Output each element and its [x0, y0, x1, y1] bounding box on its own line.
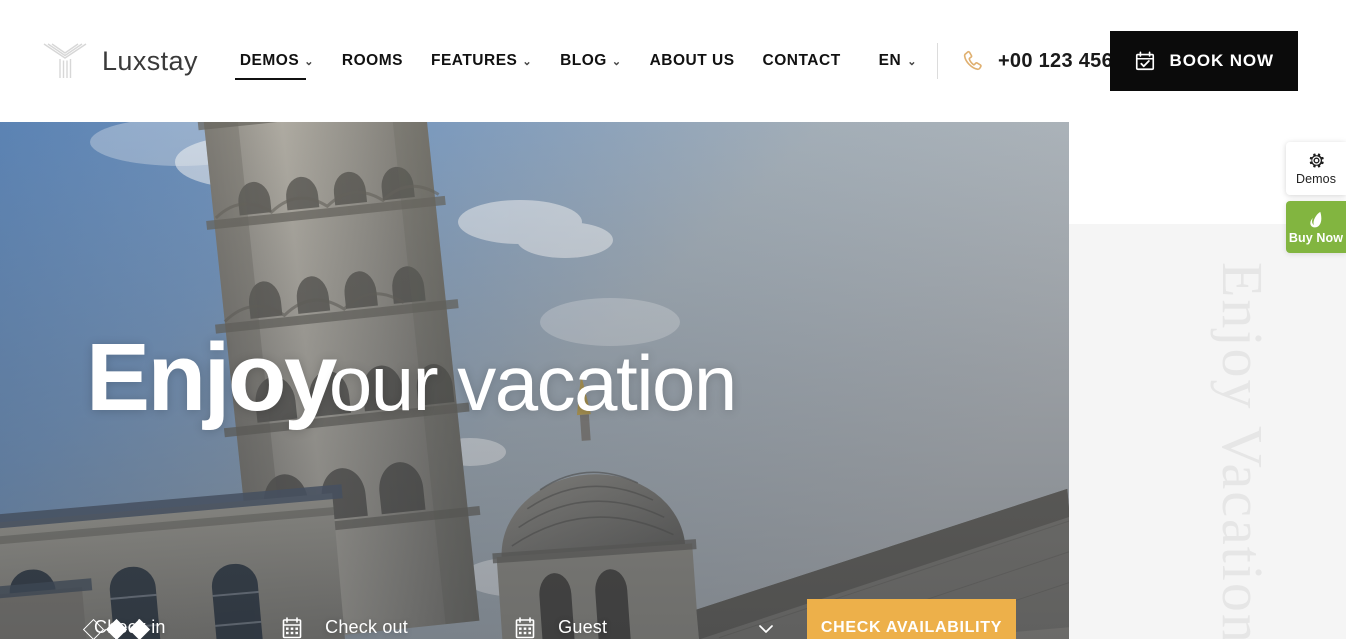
vertical-watermark-text: Enjoy Vacation — [1210, 262, 1271, 639]
buy-now-widget-label: Buy Now — [1288, 230, 1344, 245]
nav-item-demos[interactable]: DEMOS ⌄ — [226, 38, 328, 84]
book-now-label: BOOK NOW — [1169, 51, 1274, 70]
nav-item-contact[interactable]: CONTACT — [749, 38, 855, 84]
primary-nav: DEMOS ⌄ ROOMS FEATURES ⌄ BLOG ⌄ ABOUT US… — [226, 31, 855, 91]
check-out-placeholder: Check out — [325, 617, 408, 637]
nav-item-features[interactable]: FEATURES ⌄ — [417, 38, 546, 84]
nav-item-about-us[interactable]: ABOUT US — [636, 38, 749, 84]
slider-dot-1[interactable] — [82, 618, 105, 639]
hero-slider: Enjoy our vacation Check in — [0, 122, 1069, 639]
language-switcher[interactable]: EN ⌄ — [879, 43, 938, 79]
brand-name: Luxstay — [102, 45, 198, 76]
chevron-layers-logo-icon — [43, 43, 87, 78]
nav-item-blog[interactable]: BLOG ⌄ — [546, 38, 636, 84]
site-header: Luxstay DEMOS ⌄ ROOMS FEATURES ⌄ BLOG ⌄ … — [0, 0, 1346, 122]
buy-now-widget-button[interactable]: Buy Now — [1286, 201, 1346, 253]
demos-widget-button[interactable]: Demos — [1286, 142, 1346, 195]
calendar-icon — [282, 616, 302, 638]
hero-headline-light: our vacation — [328, 339, 737, 427]
hero-headline-strong: Enjoy — [86, 324, 337, 431]
booking-search-form: Check in Check out — [86, 599, 1016, 639]
check-out-field[interactable]: Check out — [317, 599, 547, 639]
hero-headline: Enjoy our vacation — [86, 324, 737, 431]
slider-dot-3[interactable] — [128, 618, 151, 639]
nav-item-rooms[interactable]: ROOMS — [328, 38, 417, 84]
nav-label-contact: CONTACT — [762, 52, 841, 69]
nav-label-blog: BLOG — [560, 52, 607, 69]
nav-label-features: FEATURES — [430, 52, 518, 69]
calendar-check-icon — [1135, 51, 1154, 71]
guest-placeholder: Guest — [558, 617, 608, 637]
page-root: Luxstay DEMOS ⌄ ROOMS FEATURES ⌄ BLOG ⌄ … — [0, 0, 1346, 639]
chevron-down-icon: ⌄ — [907, 55, 917, 68]
phone-icon — [963, 50, 982, 71]
gear-icon — [1309, 153, 1324, 168]
envato-leaf-icon — [1309, 211, 1321, 228]
slider-pagination — [82, 618, 151, 639]
chevron-down-icon — [759, 624, 773, 633]
chevron-down-icon: ⌄ — [522, 55, 533, 68]
chevron-down-icon: ⌄ — [304, 55, 314, 68]
guest-select[interactable]: Guest — [550, 599, 784, 639]
slider-dot-2[interactable] — [105, 618, 128, 639]
demos-widget-label: Demos — [1295, 172, 1337, 187]
language-label: EN — [878, 52, 902, 69]
nav-label-demos: DEMOS — [239, 52, 300, 69]
nav-label-about-us: ABOUT US — [649, 52, 735, 69]
brand-logo-link[interactable]: Luxstay — [42, 31, 198, 91]
check-availability-button[interactable]: CHECK AVAILABILITY — [807, 599, 1016, 639]
book-now-button[interactable]: BOOK NOW — [1109, 31, 1298, 91]
chevron-down-icon: ⌄ — [611, 55, 622, 68]
floating-side-widgets: Demos Buy Now — [1286, 142, 1346, 253]
nav-label-rooms: ROOMS — [341, 52, 403, 69]
calendar-icon — [515, 616, 535, 638]
